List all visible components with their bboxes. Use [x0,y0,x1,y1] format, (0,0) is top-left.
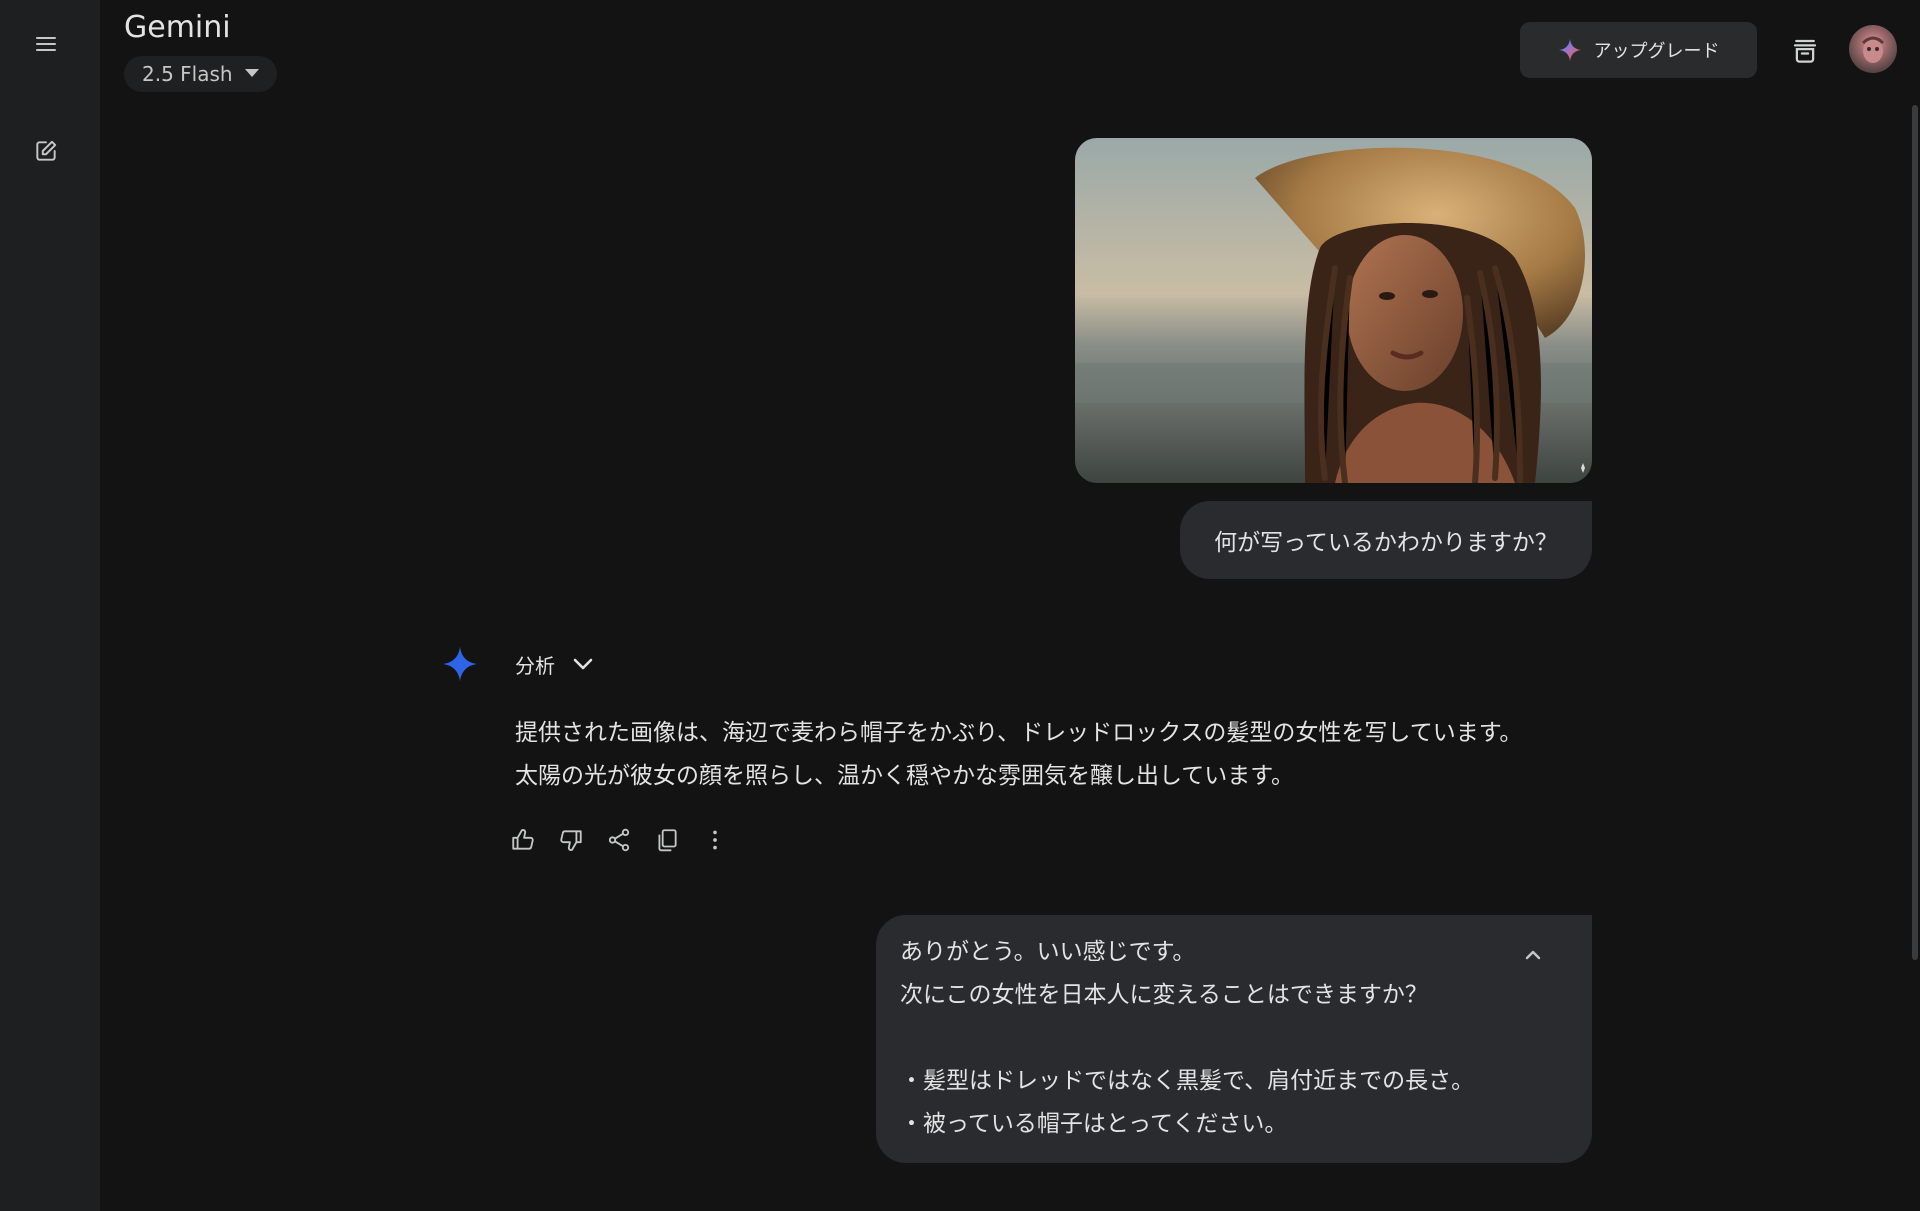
temporary-chat-button[interactable] [1782,28,1828,74]
analysis-toggle[interactable]: 分析 [515,648,593,680]
portrait-photo [1075,138,1592,483]
sparkle-icon [1558,38,1582,62]
upgrade-label: アップグレード [1593,41,1720,62]
upgrade-button[interactable]: アップグレード [1520,22,1757,78]
response-actions [510,827,728,853]
copy-icon[interactable] [654,827,680,853]
response-line: 提供された画像は、海辺で麦わら帽子をかぶり、ドレッドロックスの髪型の女性を写して… [515,720,1523,746]
share-icon[interactable] [606,827,632,853]
message-line: ・髪型はドレッドではなく黒髪で、肩付近までの長さ。 [900,1068,1475,1094]
thumbs-up-icon[interactable] [510,827,536,853]
uploaded-image[interactable] [1075,138,1592,483]
collapse-chevron-icon[interactable] [1524,949,1542,961]
model-response-text: 提供された画像は、海辺で麦わら帽子をかぶり、ドレッドロックスの髪型の女性を写して… [515,712,1595,798]
model-selector-label: 2.5 Flash [142,62,233,86]
message-line: ・被っている帽子はとってください。 [900,1111,1288,1137]
chevron-down-icon [573,657,593,671]
menu-icon [34,32,58,56]
response-line: 太陽の光が彼女の顔を照らし、温かく穏やかな雰囲気を醸し出しています。 [515,763,1295,789]
new-chat-icon [33,138,59,164]
message-line: ありがとう。いい感じです。 [900,939,1196,965]
analysis-label: 分析 [515,653,555,678]
user-message-text: 何が写っているかわかりますか？ [1214,530,1558,556]
new-chat-button[interactable] [25,130,67,172]
dropdown-arrow-icon [244,69,259,79]
scrollbar[interactable] [1912,105,1918,960]
model-selector[interactable]: 2.5 Flash [124,56,277,92]
menu-button[interactable] [25,23,67,65]
avatar[interactable] [1849,25,1897,73]
app-title: Gemini [124,10,231,45]
user-message-bubble-2: ありがとう。いい感じです。 次にこの女性を日本人に変えることはできますか？ ・髪… [876,915,1592,1163]
thumbs-down-icon[interactable] [558,827,584,853]
gemini-star-icon [441,645,479,683]
user-message-bubble: 何が写っているかわかりますか？ [1180,501,1592,579]
temporary-chat-icon [1790,36,1820,66]
more-vert-icon[interactable] [702,827,728,853]
side-rail [0,0,100,1211]
message-line: 次にこの女性を日本人に変えることはできますか？ [900,982,1428,1008]
